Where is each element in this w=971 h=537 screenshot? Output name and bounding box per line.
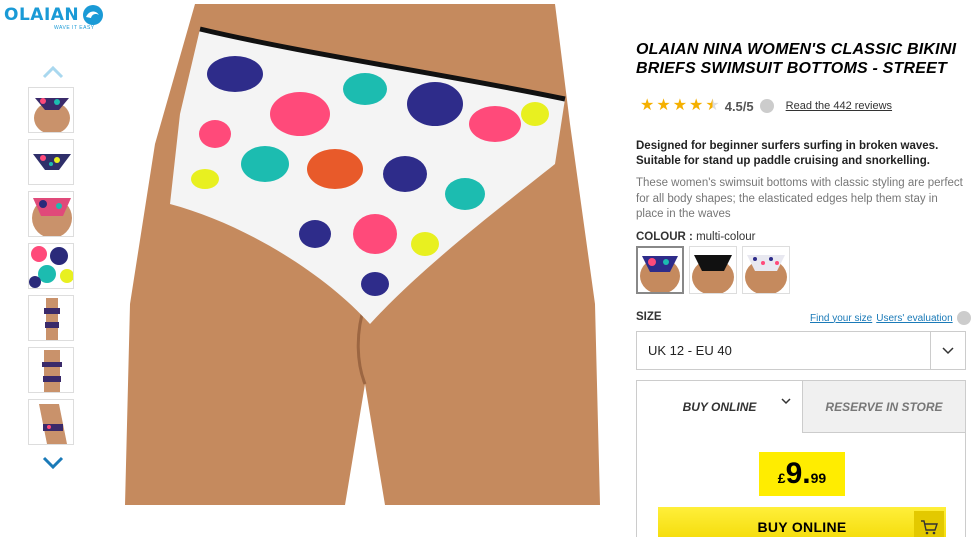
thumbnail-6[interactable] (28, 347, 74, 393)
star-icon: ★ (656, 97, 671, 114)
chevron-up-icon[interactable] (41, 64, 65, 80)
price-currency: £ (777, 470, 786, 486)
chevron-icon[interactable] (956, 311, 971, 325)
price-integer: 9. (785, 457, 811, 490)
swatch-multi-colour[interactable] (636, 246, 684, 294)
star-icon: ★ (689, 97, 704, 114)
thumbnail-4[interactable] (28, 243, 74, 289)
product-description: These women's swimsuit bottoms with clas… (636, 177, 963, 220)
colour-value: multi-colour (696, 231, 756, 243)
colour-label: COLOUR : multi-colour (636, 231, 756, 243)
purchase-panel: BUY ONLINE RESERVE IN STORE £ 9. 99 BUY … (636, 380, 966, 537)
star-half-icon: ★ (705, 97, 720, 114)
cart-icon (914, 511, 944, 537)
size-label: SIZE (636, 311, 662, 323)
thumbnail-1[interactable] (28, 87, 74, 133)
colour-swatches (636, 246, 795, 294)
thumbnail-7[interactable] (28, 399, 74, 445)
main-product-image[interactable] (125, 4, 600, 505)
brand-tagline: WAVE IT EASY (54, 25, 95, 31)
thumbnail-3[interactable] (28, 191, 74, 237)
star-icon: ★ (672, 97, 688, 114)
buy-online-button[interactable]: BUY ONLINE (658, 507, 946, 537)
size-selected-value: UK 12 - EU 40 (648, 343, 732, 358)
price-tag: £ 9. 99 (759, 452, 845, 496)
rating-stars: ★ ★ ★ ★ ★ (640, 98, 722, 114)
buy-online-button-label: BUY ONLINE (757, 519, 847, 535)
purchase-tabs: BUY ONLINE RESERVE IN STORE (637, 381, 965, 433)
tab-reserve-in-store[interactable]: RESERVE IN STORE (802, 381, 965, 433)
size-select[interactable]: UK 12 - EU 40 (636, 331, 966, 370)
price-decimal: 99 (810, 470, 827, 486)
tab-buy-online[interactable]: BUY ONLINE (637, 381, 802, 433)
chevron-down-icon (930, 332, 965, 369)
rating-value: 4.5/5 (724, 98, 754, 114)
size-links: Find your size Users' evaluation (810, 311, 971, 325)
thumbnail-5[interactable] (28, 295, 74, 341)
chevron-down-icon (781, 398, 791, 405)
reviews-link[interactable]: Read the 442 reviews (786, 100, 892, 112)
wave-icon (83, 5, 104, 25)
tab-reserve-label: RESERVE IN STORE (825, 399, 943, 414)
colour-label-title: COLOUR : (636, 231, 693, 243)
tab-buy-online-label: BUY ONLINE (682, 400, 757, 414)
thumbnail-2[interactable] (28, 139, 74, 185)
find-size-link[interactable]: Find your size (810, 313, 872, 324)
star-icon: ★ (640, 97, 655, 114)
rating-row: ★ ★ ★ ★ ★ 4.5/5 Read the 442 reviews (640, 98, 892, 114)
thumbnail-list (28, 87, 76, 451)
product-summary: Designed for beginner surfers surfing in… (636, 140, 939, 167)
info-icon[interactable] (759, 99, 774, 113)
swatch-print[interactable] (742, 246, 790, 294)
product-title: OLAIAN NINA WOMEN'S CLASSIC BIKINI BRIEF… (636, 41, 957, 77)
brand-name: OLAIAN (4, 5, 80, 25)
brand-logo[interactable]: OLAIAN WAVE IT EASY (4, 4, 114, 34)
users-evaluation-link[interactable]: Users' evaluation (876, 313, 952, 324)
swatch-black[interactable] (689, 246, 737, 294)
chevron-down-icon[interactable] (41, 455, 65, 471)
